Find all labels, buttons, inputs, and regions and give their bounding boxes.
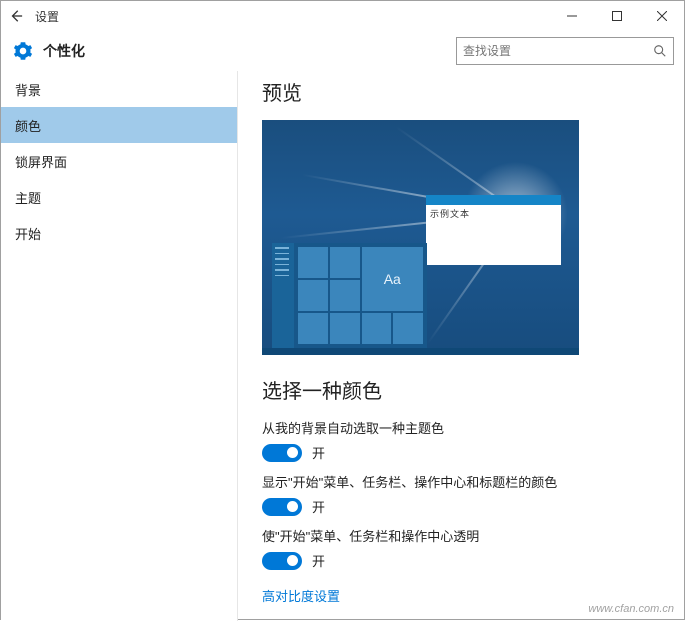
preview-sample-window: 示例文本: [426, 195, 561, 265]
sidebar-item-colors[interactable]: 颜色: [1, 107, 238, 143]
sidebar-item-label: 锁屏界面: [15, 152, 67, 171]
arrow-left-icon: [9, 9, 23, 23]
window-title: 设置: [35, 8, 59, 25]
option-label: 从我的背景自动选取一种主题色: [262, 418, 662, 437]
sidebar-item-themes[interactable]: 主题: [1, 179, 238, 215]
close-icon: [657, 11, 667, 21]
titlebar: 设置: [1, 1, 684, 31]
maximize-icon: [612, 11, 622, 21]
search-box[interactable]: [456, 37, 674, 65]
toggle-auto-color[interactable]: [262, 444, 302, 462]
header: 个性化: [1, 31, 684, 71]
option-transparency: 使"开始"菜单、任务栏和操作中心透明 开: [262, 526, 662, 570]
minimize-button[interactable]: [549, 1, 594, 31]
option-show-color-on-surfaces: 显示"开始"菜单、任务栏、操作中心和标题栏的颜色 开: [262, 472, 662, 516]
sidebar-item-label: 开始: [15, 224, 41, 243]
option-auto-color: 从我的背景自动选取一种主题色 开: [262, 418, 662, 462]
preview-tile-text: Aa: [362, 247, 424, 311]
toggle-state-text: 开: [312, 551, 325, 570]
preview-heading: 预览: [262, 77, 662, 106]
maximize-button[interactable]: [594, 1, 639, 31]
sidebar-item-label: 背景: [15, 80, 41, 99]
preview-sample-text: 示例文本: [426, 205, 561, 222]
preview-start-menu: Aa: [272, 243, 427, 348]
window-controls: [549, 1, 684, 31]
minimize-icon: [567, 11, 577, 21]
close-button[interactable]: [639, 1, 684, 31]
content: 预览 示例文本 Aa 选择一种颜色: [238, 71, 684, 621]
high-contrast-link[interactable]: 高对比度设置: [262, 586, 340, 605]
preview-panel: 示例文本 Aa: [262, 120, 579, 355]
option-label: 使"开始"菜单、任务栏和操作中心透明: [262, 526, 662, 545]
sidebar-item-lockscreen[interactable]: 锁屏界面: [1, 143, 238, 179]
sidebar-item-label: 颜色: [15, 116, 41, 135]
sidebar: 背景 颜色 锁屏界面 主题 开始: [1, 71, 238, 621]
toggle-state-text: 开: [312, 497, 325, 516]
toggle-transparency[interactable]: [262, 552, 302, 570]
sidebar-item-background[interactable]: 背景: [1, 71, 238, 107]
search-input[interactable]: [463, 44, 653, 58]
page-title: 个性化: [43, 41, 85, 61]
back-button[interactable]: [1, 1, 31, 31]
option-label: 显示"开始"菜单、任务栏、操作中心和标题栏的颜色: [262, 472, 662, 491]
gear-icon: [13, 41, 33, 61]
search-icon: [653, 44, 667, 58]
toggle-show-color[interactable]: [262, 498, 302, 516]
toggle-state-text: 开: [312, 443, 325, 462]
choose-color-heading: 选择一种颜色: [262, 375, 662, 404]
sidebar-item-label: 主题: [15, 188, 41, 207]
sidebar-item-start[interactable]: 开始: [1, 215, 238, 251]
